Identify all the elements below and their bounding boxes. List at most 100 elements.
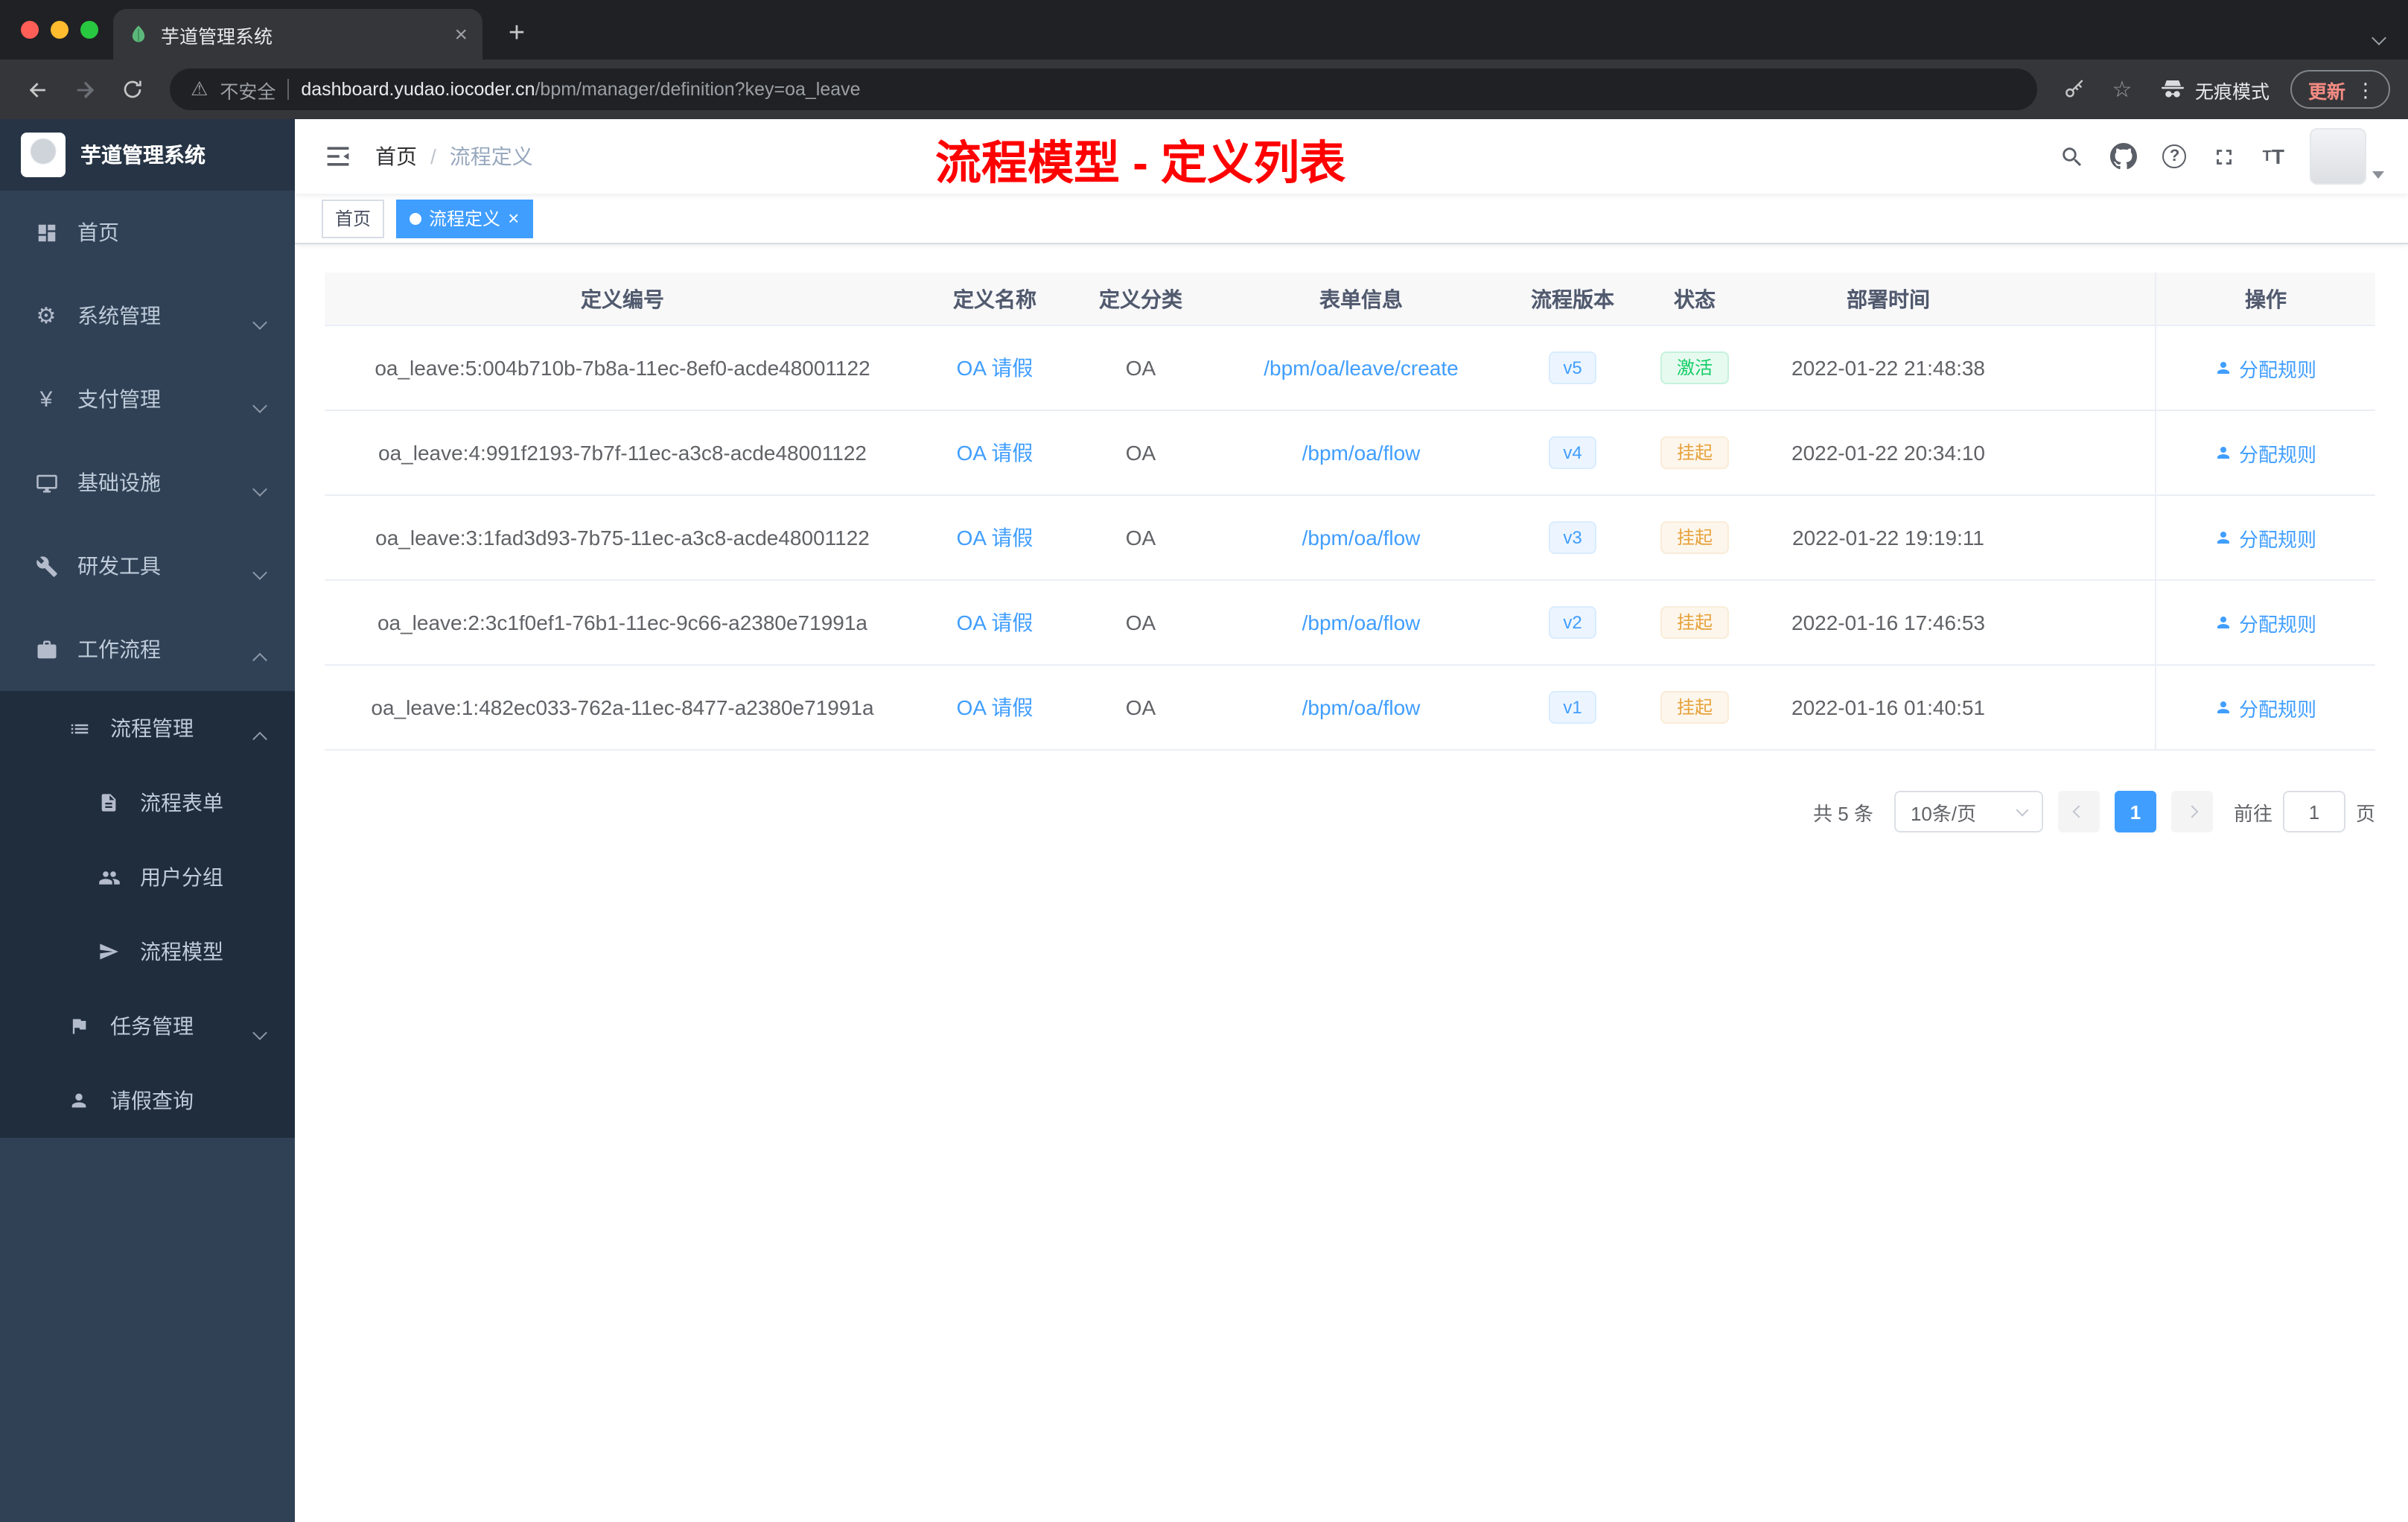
assign-rule-button[interactable]: 分配规则 <box>2215 354 2316 382</box>
page-size-select[interactable]: 10条/页 <box>1893 791 2043 832</box>
browser-tab[interactable]: 芋道管理系统 × <box>113 9 482 60</box>
sidebar-item-infrastructure[interactable]: 基础设施 <box>0 441 295 524</box>
status-badge: 挂起 <box>1660 690 1729 725</box>
browser-window: 芋道管理系统 × + ⚠ 不安全 dashboard.yudao.iocoder… <box>0 0 2408 1522</box>
incognito-icon <box>2161 80 2184 98</box>
back-button[interactable] <box>18 70 57 109</box>
forward-button[interactable] <box>66 70 104 109</box>
tag-close-icon[interactable]: × <box>508 208 519 228</box>
url-field[interactable]: ⚠ 不安全 dashboard.yudao.iocoder.cn/bpm/man… <box>170 69 2037 110</box>
assign-rule-button[interactable]: 分配规则 <box>2215 608 2316 637</box>
assign-rule-button[interactable]: 分配规则 <box>2215 693 2316 722</box>
password-key-icon[interactable] <box>2055 70 2094 109</box>
definition-name-link[interactable]: OA 请假 <box>957 611 1033 634</box>
security-warning-icon[interactable]: ⚠ <box>191 77 208 101</box>
form-link[interactable]: /bpm/oa/flow <box>1302 526 1421 550</box>
sidebar-item-system[interactable]: ⚙ 系统管理 <box>0 274 295 357</box>
tab-strip: 芋道管理系统 × + <box>0 0 2408 60</box>
sidebar-item-leave-query[interactable]: 请假查询 <box>0 1063 295 1138</box>
user-menu[interactable] <box>2310 128 2384 185</box>
definition-name-link[interactable]: OA 请假 <box>957 441 1033 465</box>
definition-id: oa_leave:3:1fad3d93-7b75-11ec-a3c8-acde4… <box>375 526 870 550</box>
sidebar-item-process-management[interactable]: 流程管理 <box>0 691 295 765</box>
gear-icon: ⚙ <box>36 304 57 329</box>
active-tag-dot <box>410 212 422 224</box>
app-root: 芋道管理系统 首页 ⚙ 系统管理 ¥ 支付管理 基础设施 研发工具 工作流程 流… <box>0 119 2408 1522</box>
form-link[interactable]: /bpm/oa/flow <box>1302 441 1421 465</box>
chevron-down-icon <box>252 558 267 582</box>
browser-menu-icon[interactable]: ⋮ <box>2356 80 2375 99</box>
sidebar-item-process-model[interactable]: 流程模型 <box>0 914 295 989</box>
bookmark-star-icon[interactable]: ☆ <box>2103 70 2141 109</box>
annotation-title: 流程模型 - 定义列表 <box>935 137 1346 189</box>
workflow-submenu: 流程管理 流程表单 用户分组 流程模型 任务管理 请假查询 <box>0 691 295 1138</box>
zoom-window-button[interactable] <box>80 21 98 39</box>
security-label[interactable]: 不安全 <box>220 75 275 104</box>
sidebar-item-label: 流程管理 <box>110 716 194 740</box>
sidebar: 芋道管理系统 首页 ⚙ 系统管理 ¥ 支付管理 基础设施 研发工具 工作流程 流… <box>0 119 295 1522</box>
incognito-label: 无痕模式 <box>2194 81 2270 102</box>
definition-name-link[interactable]: OA 请假 <box>957 356 1033 380</box>
sidebar-item-user-group[interactable]: 用户分组 <box>0 840 295 914</box>
sidebar-item-task-management[interactable]: 任务管理 <box>0 989 295 1063</box>
assign-rule-button[interactable]: 分配规则 <box>2215 523 2316 552</box>
version-tag: v2 <box>1548 605 1597 640</box>
people-icon <box>95 866 122 888</box>
reload-button[interactable] <box>113 70 152 109</box>
close-window-button[interactable] <box>21 21 39 39</box>
form-link[interactable]: /bpm/oa/flow <box>1302 611 1421 634</box>
definition-category: OA <box>1125 695 1156 719</box>
tag-process-definition[interactable]: 流程定义 × <box>396 199 533 238</box>
hamburger-icon[interactable] <box>325 143 351 170</box>
logo-title: 芋道管理系统 <box>80 143 206 167</box>
font-size-icon[interactable]: TT <box>2263 144 2284 168</box>
col-definition-category: 定义分类 <box>1099 287 1182 311</box>
chevron-up-icon <box>252 721 267 747</box>
page-number-button[interactable]: 1 <box>2114 791 2156 832</box>
wrench-icon <box>33 555 60 577</box>
fullscreen-icon[interactable] <box>2212 144 2237 169</box>
table-row: oa_leave:5:004b710b-7b8a-11ec-8ef0-acde4… <box>325 326 2375 411</box>
form-link[interactable]: /bpm/oa/leave/create <box>1264 356 1459 380</box>
page-size-value: 10条/页 <box>1910 802 1977 824</box>
tab-close-icon[interactable]: × <box>454 23 468 45</box>
sidebar-item-payment[interactable]: ¥ 支付管理 <box>0 357 295 441</box>
help-icon[interactable]: ? <box>2162 144 2187 168</box>
goto-page-input[interactable] <box>2282 791 2345 832</box>
assign-rule-button[interactable]: 分配规则 <box>2215 439 2316 467</box>
col-process-version: 流程版本 <box>1531 287 1614 311</box>
new-tab-button[interactable]: + <box>497 15 536 54</box>
minimize-window-button[interactable] <box>51 21 69 39</box>
tag-home[interactable]: 首页 <box>322 199 385 238</box>
prev-page-button[interactable] <box>2057 791 2100 832</box>
sidebar-item-dev-tools[interactable]: 研发工具 <box>0 524 295 608</box>
col-actions: 操作 <box>2245 287 2287 311</box>
tab-search-icon[interactable] <box>2372 24 2386 51</box>
sidebar-item-workflow[interactable]: 工作流程 <box>0 608 295 691</box>
form-link[interactable]: /bpm/oa/flow <box>1302 695 1421 719</box>
definition-name-link[interactable]: OA 请假 <box>957 695 1033 719</box>
breadcrumb-home[interactable]: 首页 <box>375 141 417 171</box>
avatar[interactable] <box>2310 128 2366 185</box>
send-icon <box>95 941 122 962</box>
sidebar-logo[interactable]: 芋道管理系统 <box>0 119 295 191</box>
chevron-down-icon <box>252 308 267 332</box>
breadcrumb-separator: / <box>430 144 436 168</box>
github-icon[interactable] <box>2110 143 2138 170</box>
chrome-update-button[interactable]: 更新 ⋮ <box>2290 70 2390 109</box>
definition-category: OA <box>1125 356 1156 380</box>
page-url[interactable]: dashboard.yudao.iocoder.cn/bpm/manager/d… <box>301 79 860 100</box>
tab-favicon-icon <box>132 25 145 42</box>
sidebar-item-process-form[interactable]: 流程表单 <box>0 765 295 840</box>
chevron-up-icon <box>252 642 267 668</box>
search-icon[interactable] <box>2060 144 2086 169</box>
page-unit-label: 页 <box>2355 802 2375 824</box>
definition-name-link[interactable]: OA 请假 <box>957 526 1033 550</box>
person-icon <box>2217 617 2230 628</box>
update-label: 更新 <box>2307 81 2345 102</box>
next-page-button[interactable] <box>2170 791 2213 832</box>
goto-label: 前往 <box>2233 802 2272 824</box>
url-path: /bpm/manager/definition?key=oa_leave <box>535 79 861 100</box>
sidebar-item-home[interactable]: 首页 <box>0 191 295 274</box>
definition-id: oa_leave:1:482ec033-762a-11ec-8477-a2380… <box>371 695 874 719</box>
